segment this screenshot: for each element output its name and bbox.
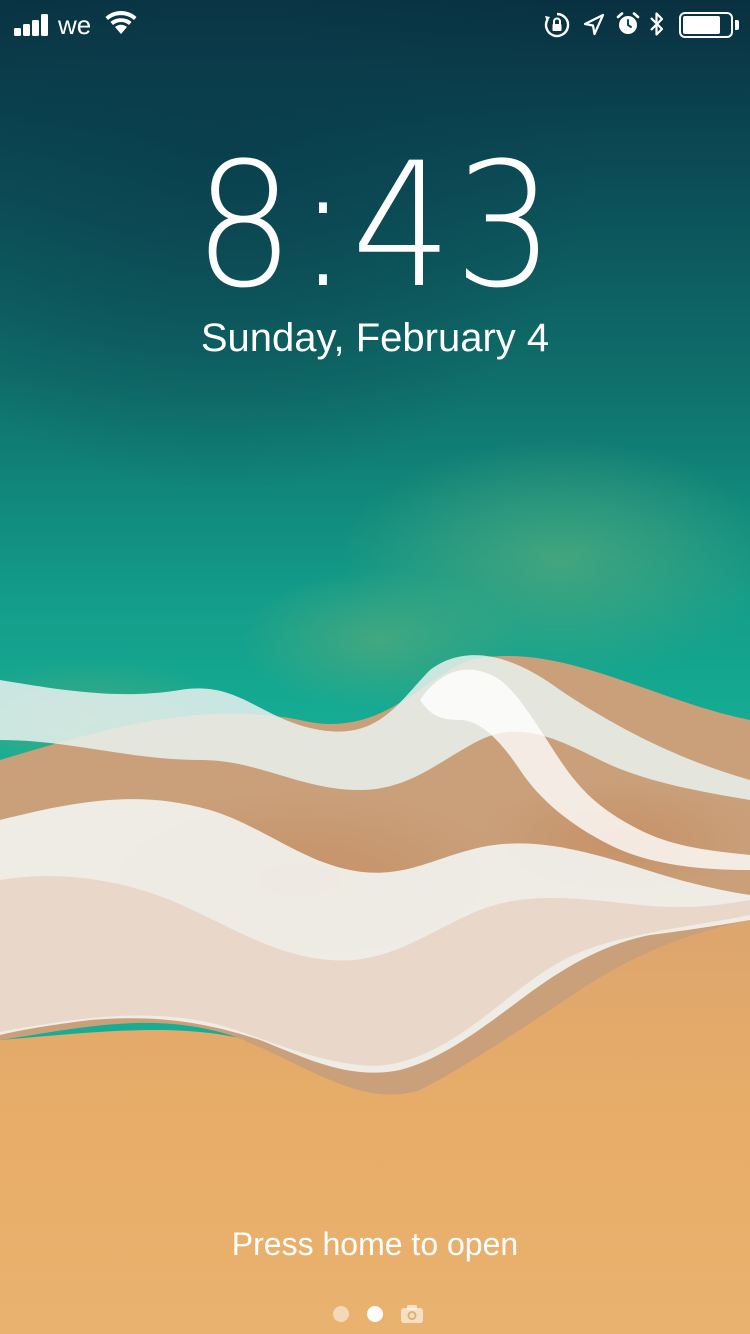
status-bar: we xyxy=(0,0,750,48)
lock-screen[interactable]: we 8:43 Sunday, February 4 Press home to… xyxy=(0,0,750,1334)
carrier-name: we xyxy=(58,10,92,40)
battery-icon xyxy=(679,12,741,38)
orientation-lock-icon xyxy=(544,12,570,38)
press-home-hint: Press home to open xyxy=(231,1226,519,1262)
lock-screen-date: Sunday, February 4 xyxy=(200,316,550,360)
page-indicator xyxy=(0,1302,750,1326)
bluetooth-icon xyxy=(650,12,664,36)
page-dot-2[interactable] xyxy=(367,1306,383,1322)
page-dot-1[interactable] xyxy=(333,1306,349,1322)
alarm-icon xyxy=(616,12,640,34)
lock-screen-time: 8:43 xyxy=(193,125,557,326)
signal-strength-icon xyxy=(14,14,52,36)
location-arrow-icon xyxy=(583,13,605,36)
battery-level-fill xyxy=(683,16,720,34)
camera-icon[interactable] xyxy=(400,1304,424,1324)
wifi-icon xyxy=(105,11,137,34)
